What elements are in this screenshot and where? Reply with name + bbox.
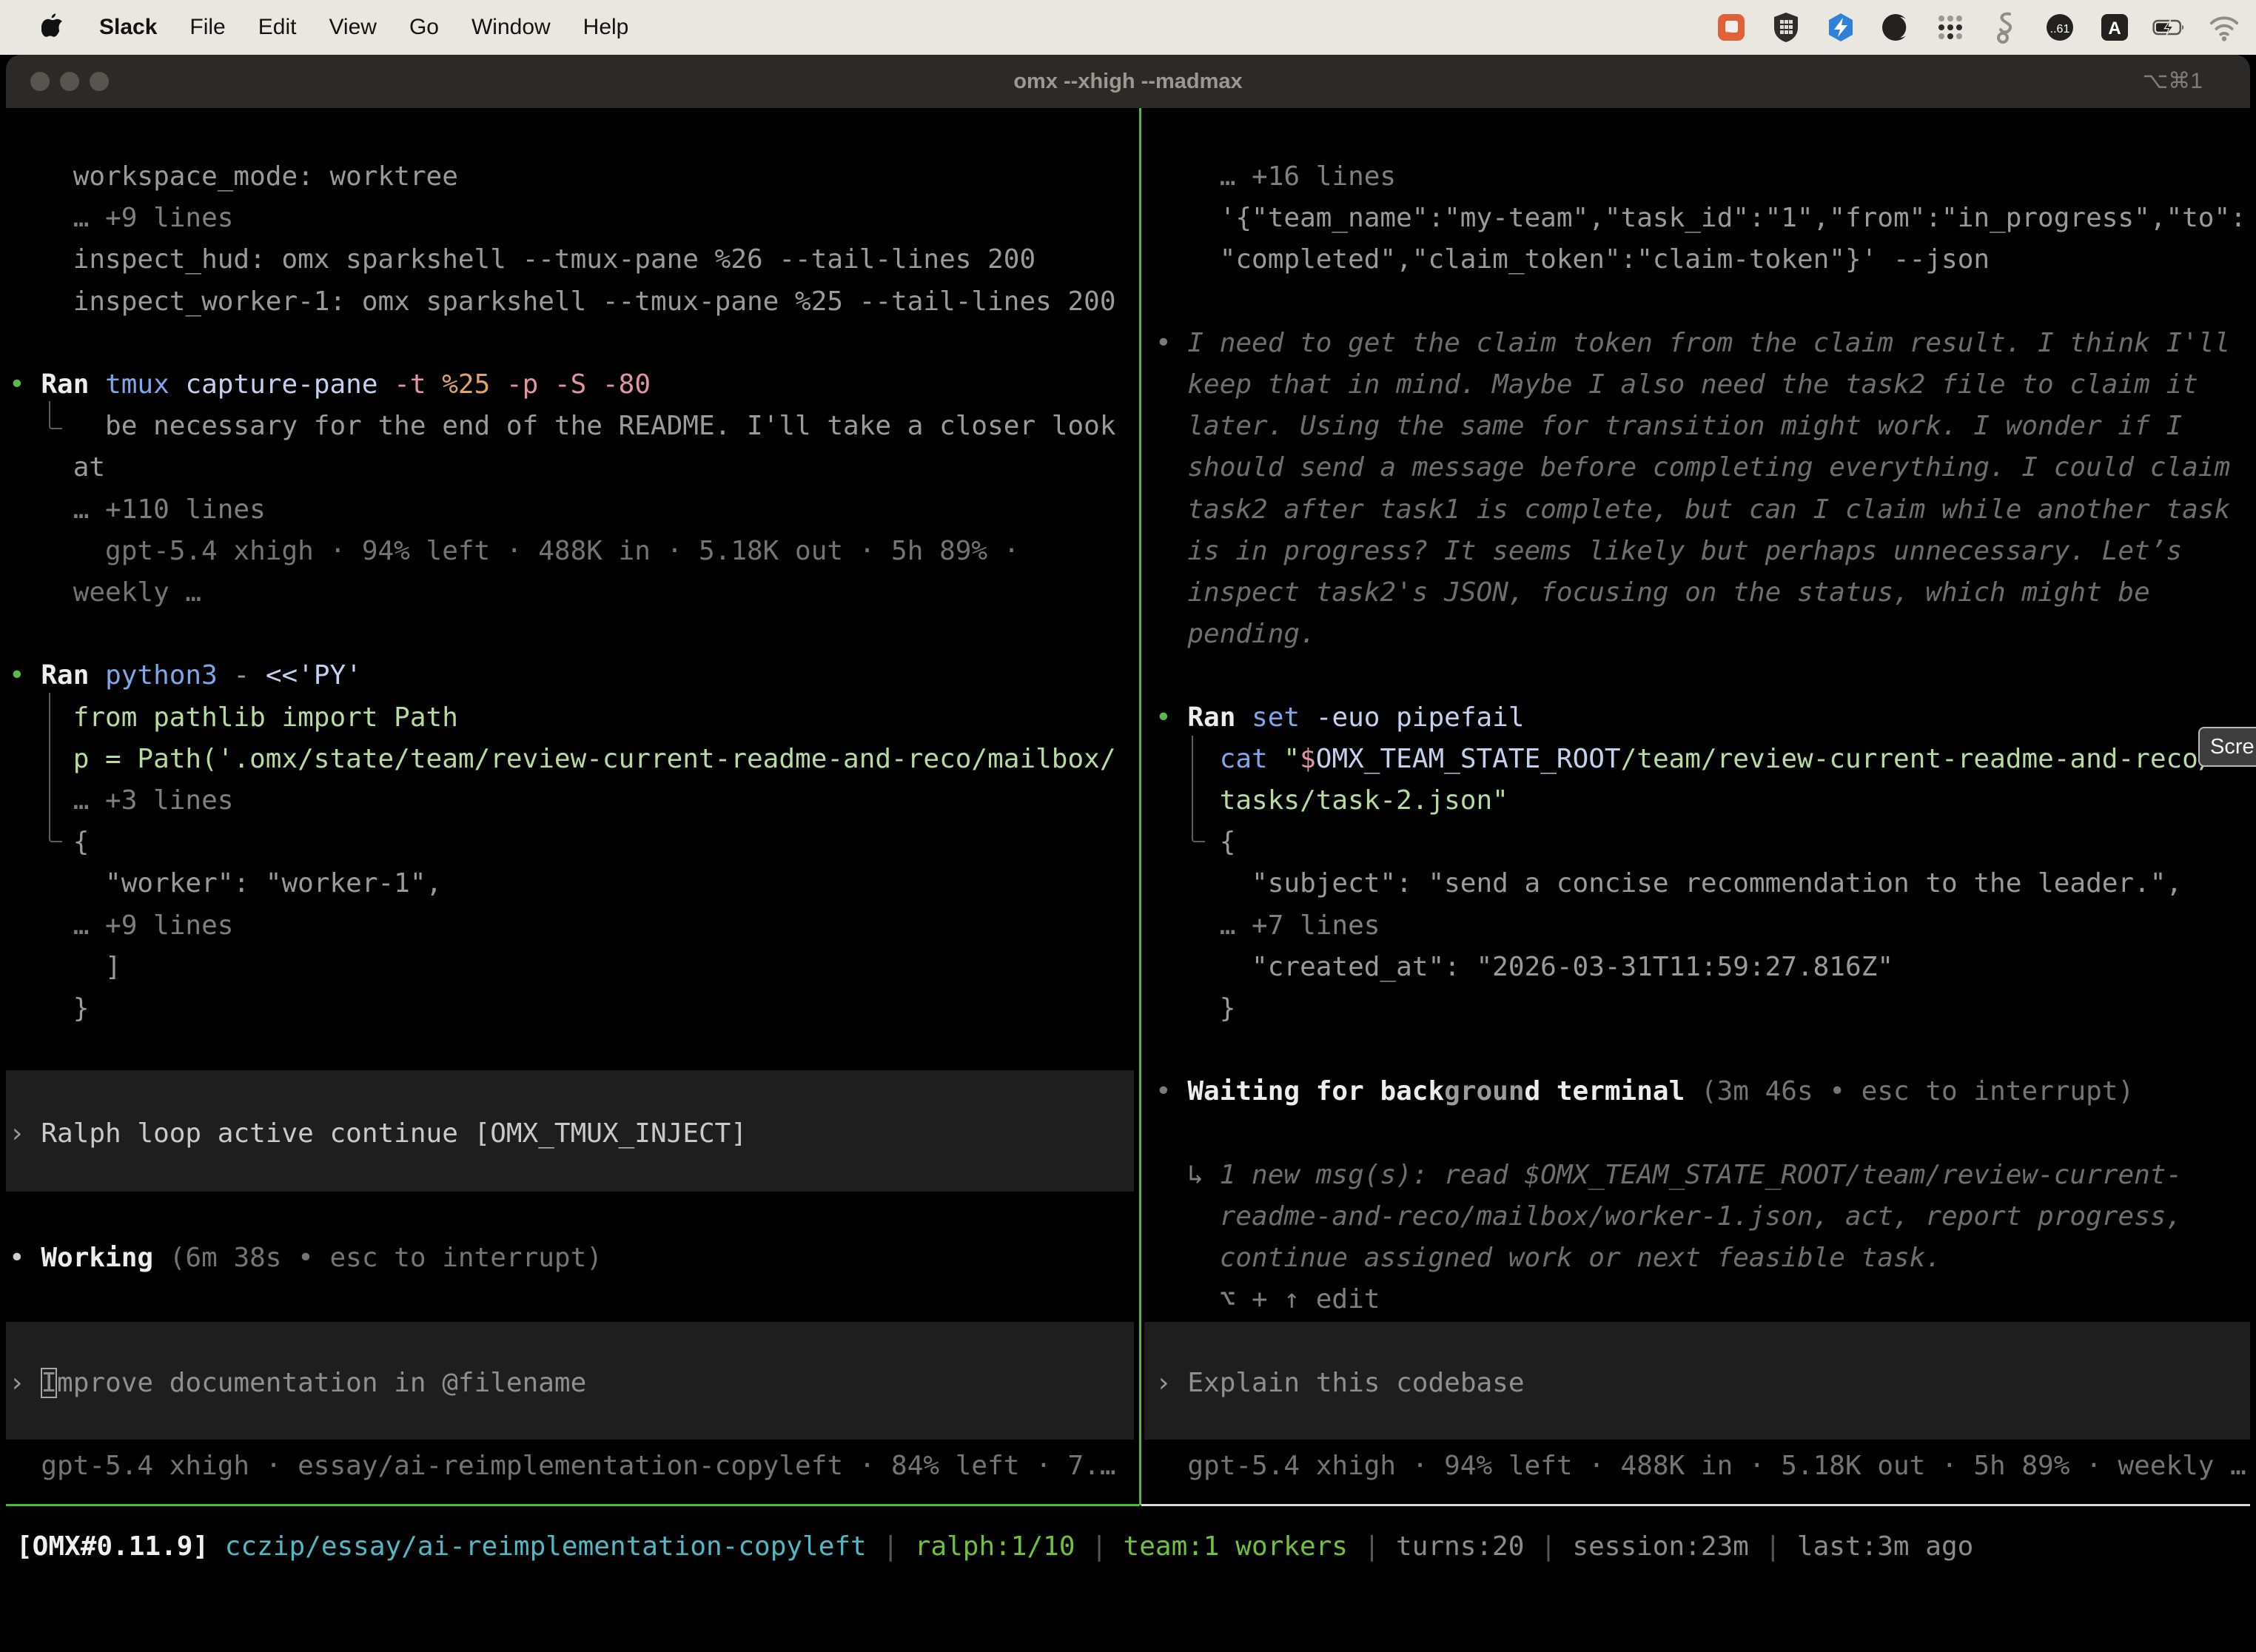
terminal-line: tasks/task-2.json"	[1147, 780, 2250, 822]
menu-item-window[interactable]: Window	[471, 15, 551, 40]
terminal-line: readme-and-reco/mailbox/worker-1.json, a…	[1147, 1196, 2250, 1238]
left-pane-bottom-border	[6, 1504, 1139, 1506]
password-shield-icon[interactable]	[1769, 10, 1803, 44]
terminal-window: omx --xhigh --madmax ⌥⌘1 workspace_mode:…	[6, 55, 2250, 1652]
terminal-line: • Ran tmux capture-pane -t %25 -p -S -80	[6, 364, 1139, 406]
terminal-line: task2 after task1 is complete, but can I…	[1147, 489, 2250, 531]
terminal-line: gpt-5.4 xhigh · 94% left · 488K in · 5.1…	[1147, 1446, 2250, 1487]
terminal-line: "created_at": "2026-03-31T11:59:27.816Z"	[1147, 947, 2250, 988]
dots-grid-icon[interactable]	[1933, 10, 1967, 44]
screen-tooltip: Scre	[2198, 727, 2256, 767]
window-title: omx --xhigh --madmax	[6, 55, 2250, 108]
terminal-line: gpt-5.4 xhigh · 94% left · 488K in · 5.1…	[6, 531, 1139, 572]
wifi-icon[interactable]	[2207, 10, 2241, 44]
apple-menu-icon[interactable]	[41, 13, 67, 42]
terminal-line: … +9 lines	[6, 905, 1139, 947]
terminal-line: … +7 lines	[1147, 905, 2250, 947]
pane-divider[interactable]	[1139, 108, 1141, 1505]
omx-status-line: [OMX#0.11.9] cczip/essay/ai-reimplementa…	[16, 1526, 1973, 1568]
terminal-line: weekly …	[6, 572, 1139, 614]
terminal-line: • Working (6m 38s • esc to interrupt)	[6, 1238, 1139, 1279]
terminal-content: workspace_mode: worktree … +9 lines insp…	[6, 108, 2250, 1652]
window-title-bar: omx --xhigh --madmax ⌥⌘1	[6, 55, 2250, 108]
terminal-line: inspect_worker-1: omx sparkshell --tmux-…	[6, 281, 1139, 323]
left-terminal-pane[interactable]: workspace_mode: worktree … +9 lines insp…	[6, 108, 1139, 1504]
input-source-a-icon[interactable]: A	[2098, 10, 2132, 44]
menu-item-go[interactable]: Go	[409, 15, 439, 40]
terminal-line: be necessary for the end of the README. …	[6, 406, 1139, 447]
terminal-line: later. Using the same for transition mig…	[1147, 406, 2250, 447]
terminal-line: at	[6, 447, 1139, 488]
badge-61-icon[interactable]: ..61	[2043, 10, 2077, 44]
window-shortcut-hint: ⌥⌘1	[2143, 55, 2203, 108]
right-terminal-pane[interactable]: … +16 lines '{"team_name":"my-team","tas…	[1147, 108, 2250, 1504]
terminal-line: › Explain this codebase	[1147, 1363, 2250, 1404]
terminal-line: • Ran python3 - <<'PY'	[6, 655, 1139, 696]
terminal-line: inspect task2's JSON, focusing on the st…	[1147, 572, 2250, 614]
terminal-line: should send a message before completing …	[1147, 447, 2250, 488]
menu-item-file[interactable]: File	[189, 15, 225, 40]
terminal-line: • Waiting for background terminal (3m 46…	[1147, 1071, 2250, 1112]
terminal-line: {	[1147, 822, 2250, 863]
svg-text:..61: ..61	[2050, 23, 2070, 36]
terminal-line: workspace_mode: worktree	[6, 156, 1139, 198]
menu-item-view[interactable]: View	[329, 15, 376, 40]
battery-charging-icon[interactable]	[2152, 10, 2186, 44]
terminal-line: cat "$OMX_TEAM_STATE_ROOT/team/review-cu…	[1147, 739, 2250, 780]
terminal-line: is in progress? It seems likely but perh…	[1147, 531, 2250, 572]
terminal-line: keep that in mind. Maybe I also need the…	[1147, 364, 2250, 406]
terminal-line: }	[1147, 988, 2250, 1030]
terminal-line: "subject": "send a concise recommendatio…	[1147, 863, 2250, 904]
crescent-circle-icon[interactable]	[1879, 10, 1913, 44]
terminal-line: ]	[6, 947, 1139, 988]
terminal-line: "completed","claim_token":"claim-token"}…	[1147, 239, 2250, 281]
terminal-line: continue assigned work or next feasible …	[1147, 1238, 2250, 1279]
terminal-line: {	[6, 822, 1139, 863]
terminal-line: › Improve documentation in @filename	[6, 1363, 1139, 1404]
bolt-hex-icon[interactable]	[1824, 10, 1858, 44]
menu-bar: Slack File Edit View Go Window Help ..61	[0, 0, 2256, 55]
menu-item-app[interactable]: Slack	[99, 15, 157, 40]
svg-text:A: A	[2108, 19, 2121, 38]
terminal-line: "worker": "worker-1",	[6, 863, 1139, 904]
terminal-line: ↳ 1 new msg(s): read $OMX_TEAM_STATE_ROO…	[1147, 1155, 2250, 1196]
menu-item-help[interactable]: Help	[583, 15, 629, 40]
terminal-line: … +16 lines	[1147, 156, 2250, 198]
terminal-line: p = Path('.omx/state/team/review-current…	[6, 739, 1139, 780]
terminal-line: … +110 lines	[6, 489, 1139, 531]
menu-item-edit[interactable]: Edit	[258, 15, 297, 40]
terminal-line: gpt-5.4 xhigh · essay/ai-reimplementatio…	[6, 1446, 1139, 1487]
terminal-line: • I need to get the claim token from the…	[1147, 323, 2250, 364]
terminal-line: • Ran set -euo pipefail	[1147, 697, 2250, 739]
terminal-line: inspect_hud: omx sparkshell --tmux-pane …	[6, 239, 1139, 281]
squiggle-icon[interactable]	[1988, 10, 2022, 44]
right-pane-bottom-border	[1141, 1504, 2250, 1506]
terminal-line: … +9 lines	[6, 198, 1139, 239]
terminal-line: '{"team_name":"my-team","task_id":"1","f…	[1147, 198, 2250, 239]
terminal-line: from pathlib import Path	[6, 697, 1139, 739]
terminal-line: pending.	[1147, 614, 2250, 655]
terminal-line: ⌥ + ↑ edit	[1147, 1279, 2250, 1320]
terminal-line: }	[6, 988, 1139, 1030]
terminal-line: › Ralph loop active continue [OMX_TMUX_I…	[6, 1113, 1139, 1155]
record-indicator-icon[interactable]	[1714, 10, 1748, 44]
terminal-line: … +3 lines	[6, 780, 1139, 822]
